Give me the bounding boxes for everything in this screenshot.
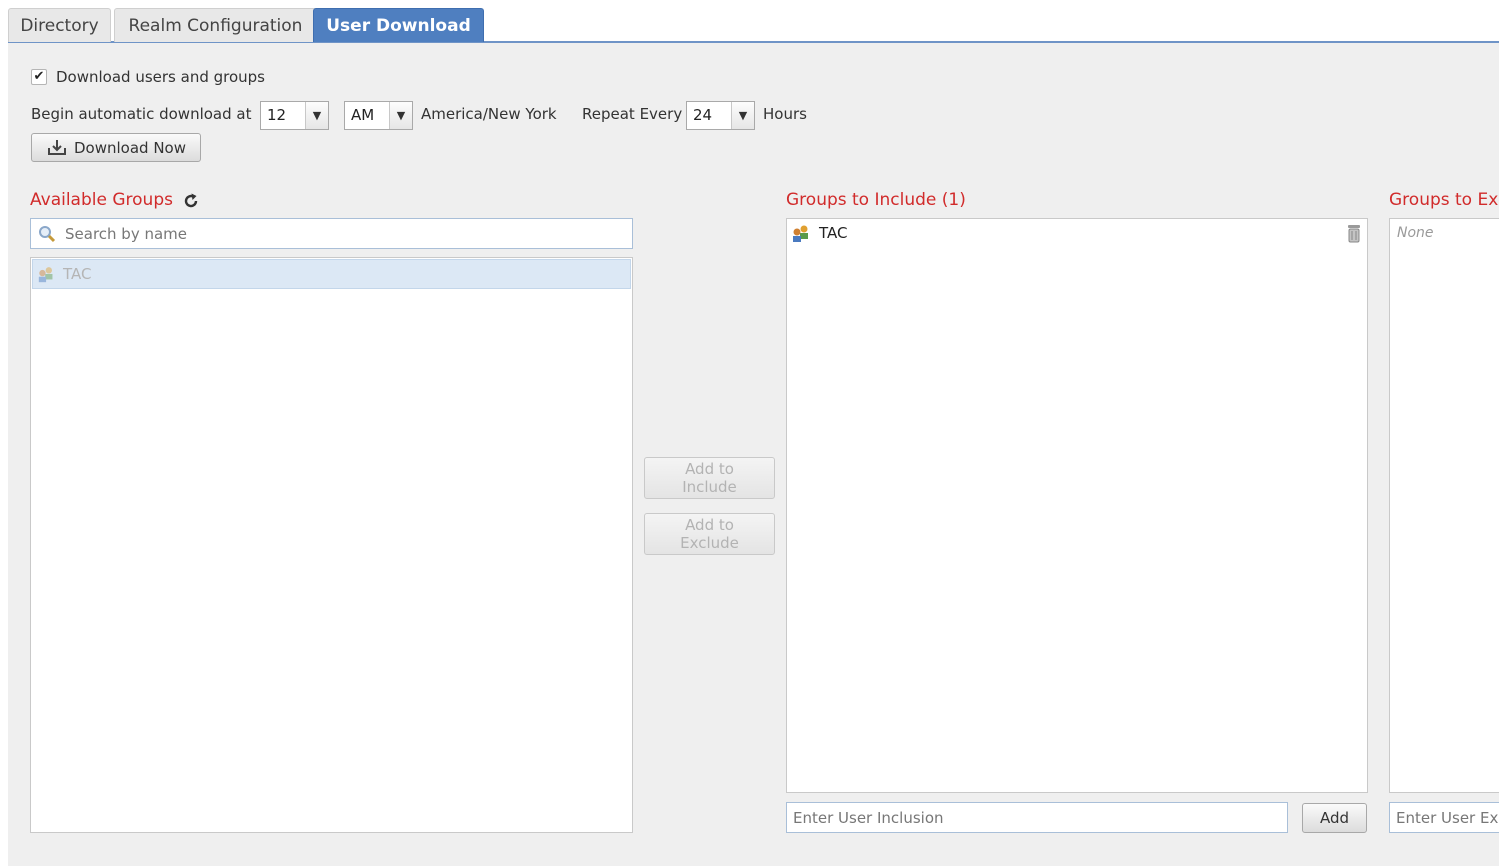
chevron-down-icon: ▼	[389, 102, 412, 129]
repeat-value: 24	[693, 106, 713, 124]
available-group-label: TAC	[63, 265, 92, 283]
download-users-label: Download users and groups	[56, 68, 265, 86]
user-exclusion-placeholder: Enter User Ex	[1396, 808, 1499, 827]
add-inclusion-label: Add	[1319, 809, 1350, 827]
available-groups-search[interactable]: Search by name	[30, 218, 633, 249]
groups-to-exclude-title: Groups to Exc	[1389, 190, 1499, 210]
available-group-item-tac[interactable]: TAC	[32, 259, 631, 289]
include-group-label: TAC	[819, 224, 848, 242]
user-exclusion-input[interactable]: Enter User Ex	[1389, 802, 1499, 833]
tab-realm-configuration[interactable]: Realm Configuration	[114, 8, 317, 42]
group-icon	[38, 267, 53, 283]
exclude-empty-text: None	[1397, 225, 1434, 241]
download-now-button[interactable]: Download Now	[31, 133, 201, 162]
search-icon	[39, 225, 56, 242]
add-to-include-button[interactable]: Add to Include	[644, 457, 775, 499]
begin-download-label: Begin automatic download at	[31, 105, 252, 123]
tab-user-download[interactable]: User Download	[313, 8, 484, 42]
trash-icon[interactable]	[1346, 224, 1362, 244]
ampm-value: AM	[351, 106, 375, 124]
available-groups-title: Available Groups	[30, 190, 173, 210]
timezone-label: America/New York	[421, 105, 557, 123]
refresh-icon[interactable]	[182, 192, 200, 210]
hour-select[interactable]: 12 ▼	[260, 101, 329, 130]
chevron-down-icon: ▼	[305, 102, 328, 129]
hours-label: Hours	[763, 105, 807, 123]
download-now-label: Download Now	[74, 138, 186, 157]
add-inclusion-button[interactable]: Add	[1302, 803, 1367, 833]
user-inclusion-input[interactable]: Enter User Inclusion	[786, 802, 1288, 833]
groups-to-include-title: Groups to Include (1)	[786, 190, 966, 210]
repeat-every-label: Repeat Every	[582, 105, 683, 123]
repeat-select[interactable]: 24 ▼	[686, 101, 755, 130]
tab-bar: Directory Realm Configuration User Downl…	[8, 0, 1499, 43]
add-to-include-label: Add to Include	[682, 460, 737, 496]
groups-to-include-list	[786, 218, 1368, 793]
tab-directory[interactable]: Directory	[8, 8, 111, 42]
add-to-exclude-label: Add to Exclude	[680, 516, 739, 552]
ampm-select[interactable]: AM ▼	[344, 101, 413, 130]
group-icon	[793, 225, 808, 242]
include-group-item-tac: TAC	[791, 223, 847, 243]
groups-to-exclude-list	[1389, 218, 1499, 793]
hour-value: 12	[267, 106, 287, 124]
add-to-exclude-button[interactable]: Add to Exclude	[644, 513, 775, 555]
available-groups-list	[30, 257, 633, 833]
download-users-checkbox[interactable]: ✔	[31, 69, 47, 85]
chevron-down-icon: ▼	[731, 102, 754, 129]
user-inclusion-placeholder: Enter User Inclusion	[793, 808, 944, 827]
search-placeholder: Search by name	[65, 224, 188, 243]
download-icon	[48, 139, 66, 155]
